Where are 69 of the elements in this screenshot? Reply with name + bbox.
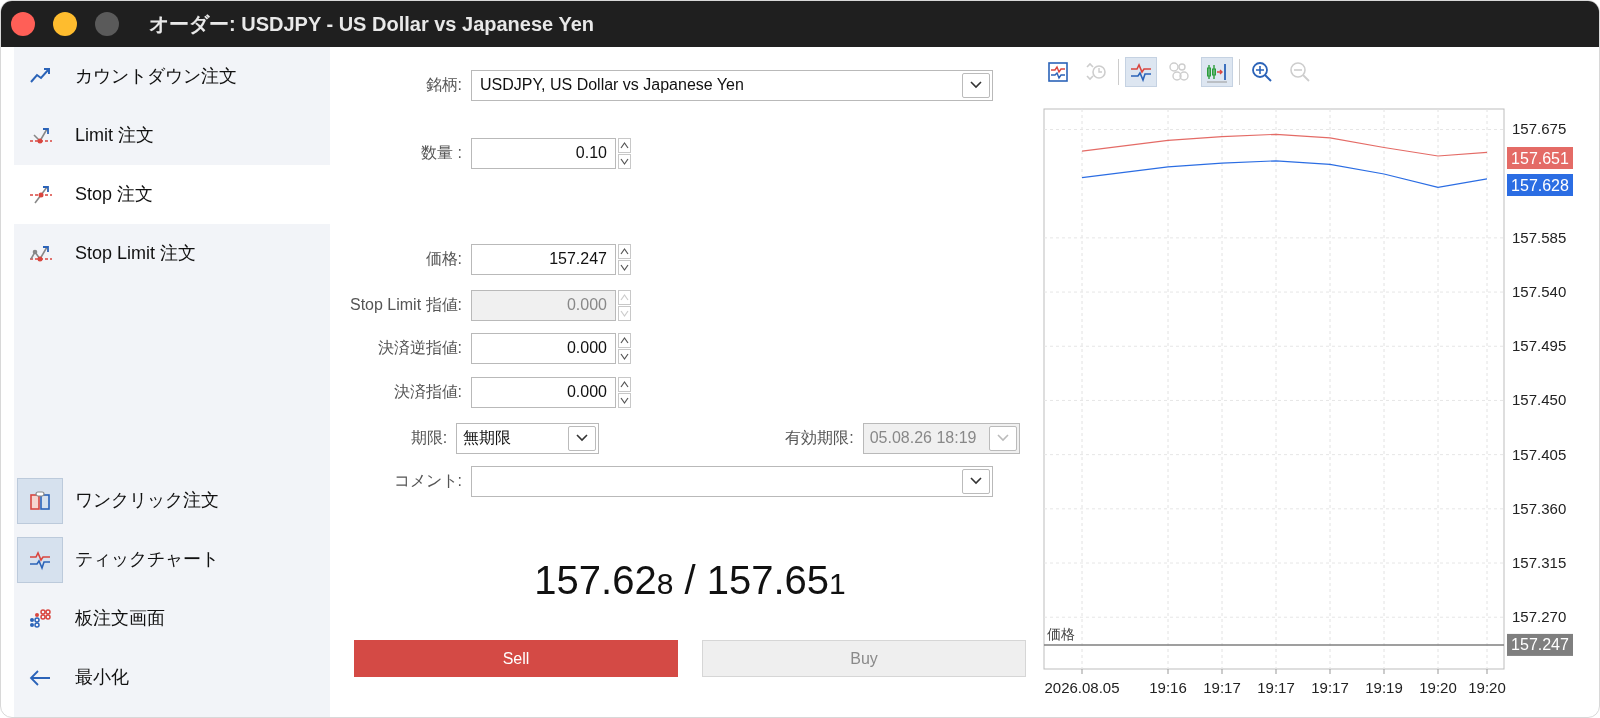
chart-window-icon	[1046, 60, 1070, 84]
axis-label: 157.270	[1512, 608, 1567, 626]
axis-label: 157.540	[1512, 283, 1567, 301]
axis-label: 157.405	[1512, 445, 1567, 463]
sidebar-item[interactable]: Limit 注文	[14, 106, 330, 165]
dots-grid-icon	[27, 606, 53, 631]
axis-label: 19:17	[1311, 679, 1349, 696]
axis-label: 157.315	[1512, 554, 1567, 571]
price-line-label: 価格	[1047, 625, 1075, 642]
candlestick-shift-button[interactable]	[1201, 57, 1233, 87]
spinner-icon[interactable]	[618, 332, 631, 364]
sidebar-item[interactable]: 最小化	[14, 648, 330, 707]
window-title: オーダー: USDJPY - US Dollar vs Japanese Yen	[149, 12, 594, 37]
field-label: 価格:	[424, 249, 463, 269]
chevron-down-icon	[575, 433, 590, 443]
sidebar-item[interactable]: ワンクリック注文	[14, 471, 330, 530]
bubbles-icon	[1167, 60, 1191, 84]
axis-label: 157.360	[1512, 499, 1567, 517]
ask-price: 157.651	[706, 558, 846, 602]
field-label: 数量 :	[420, 143, 463, 163]
spinner-icon[interactable]	[618, 137, 631, 169]
chevron-down-icon	[996, 433, 1010, 443]
axis-label: 157.585	[1512, 228, 1567, 246]
sidebar-item[interactable]: Stop 注文	[14, 165, 330, 224]
zoom-out-icon	[1288, 60, 1312, 84]
axis-label: 157.675	[1512, 120, 1567, 138]
one-click-icon	[27, 488, 53, 513]
axis-label: 157.495	[1512, 337, 1567, 355]
comment-field[interactable]	[471, 465, 993, 497]
sidebar-item[interactable]: ティックチャート	[14, 530, 330, 589]
field-label: 決済逆指値:	[376, 338, 463, 358]
axis-label: 19:20	[1468, 679, 1506, 696]
chevron-down-icon	[969, 476, 983, 486]
field-label: コメント:	[392, 471, 463, 491]
chevron-down-icon	[969, 80, 983, 90]
expiration-select[interactable]: 無期限	[456, 422, 600, 454]
sidebar-item[interactable]: 板注文画面	[14, 589, 330, 648]
number-field[interactable]: 0.000	[471, 332, 616, 364]
zoom-button[interactable]	[95, 12, 119, 36]
axis-label: 19:16	[1149, 679, 1187, 696]
axis-label: 19:17	[1203, 679, 1241, 696]
field-label: 有効期限:	[785, 428, 855, 448]
axis-label: 157.450	[1512, 391, 1567, 409]
price-tag: 157.247	[1507, 633, 1573, 656]
close-button[interactable]	[11, 12, 35, 36]
axis-label: 19:20	[1419, 679, 1457, 696]
field-label: 期限:	[409, 428, 449, 448]
field-label: 決済指値:	[392, 382, 463, 402]
field-label: Stop Limit 指値:	[348, 295, 463, 315]
number-field[interactable]: 157.247	[471, 243, 616, 275]
symbol-select[interactable]: USDJPY, US Dollar vs Japanese Yen	[471, 69, 993, 101]
number-field[interactable]: 0.10	[471, 137, 616, 169]
axis-label: 19:17	[1257, 679, 1295, 696]
bid-price: 157.628	[534, 558, 674, 602]
minimize-button[interactable]	[53, 12, 77, 36]
zoom-in-icon	[1250, 60, 1274, 84]
sidebar-item[interactable]: Stop Limit 注文	[14, 224, 330, 283]
sell-button[interactable]: Sell	[354, 640, 678, 677]
sidebar-item[interactable]: カウントダウン注文	[14, 47, 330, 106]
price-tag: 157.651	[1507, 147, 1573, 169]
spinner-icon[interactable]	[618, 243, 631, 275]
price-tag: 157.628	[1507, 174, 1573, 196]
axis-label: 19:19	[1365, 679, 1403, 696]
tick-chart-button[interactable]	[1125, 57, 1157, 87]
spinner-icon[interactable]	[618, 376, 631, 408]
axis-label: 2026.08.05	[1044, 679, 1120, 696]
number-field[interactable]: 0.000	[471, 376, 616, 408]
field-label: 銘柄:	[424, 75, 463, 95]
price-separator: /	[684, 558, 696, 602]
